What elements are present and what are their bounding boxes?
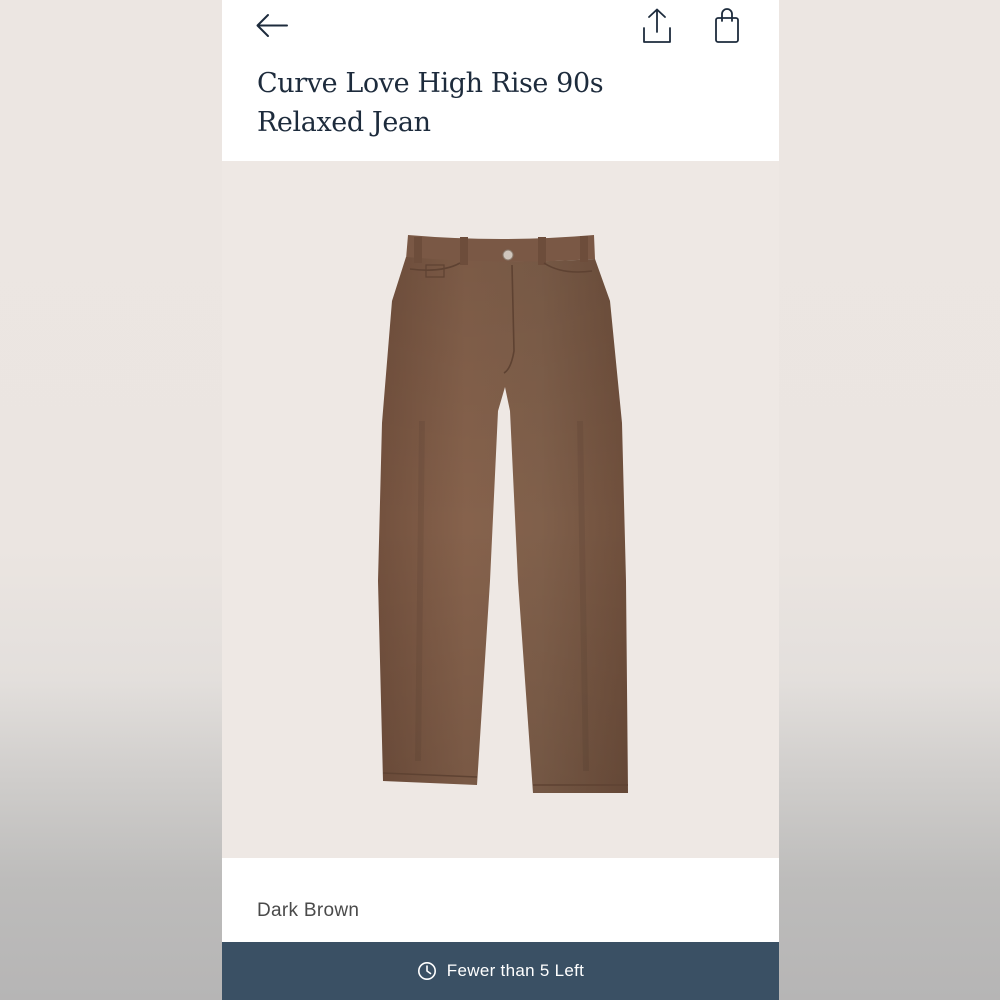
arrow-left-icon [256,14,288,37]
shopping-bag-icon [715,8,739,43]
product-page: Curve Love High Rise 90s Relaxed Jean Da… [222,0,779,1000]
brown-jeans-image [378,235,628,793]
blurred-background-right [779,0,1000,1000]
stock-label: Fewer than 5 Left [446,961,585,980]
share-button[interactable] [640,6,674,46]
shopping-bag-button[interactable] [712,6,742,46]
clock-icon [417,962,436,980]
share-icon [643,8,671,43]
stock-status-bar: Fewer than 5 Left [222,942,779,1000]
color-name: Dark Brown [257,900,360,921]
product-title: Curve Love High Rise 90s Relaxed Jean [257,68,604,138]
product-image[interactable] [222,161,779,858]
back-button[interactable] [254,8,290,44]
blurred-background-left [0,0,222,1000]
top-navigation-bar [222,0,779,60]
